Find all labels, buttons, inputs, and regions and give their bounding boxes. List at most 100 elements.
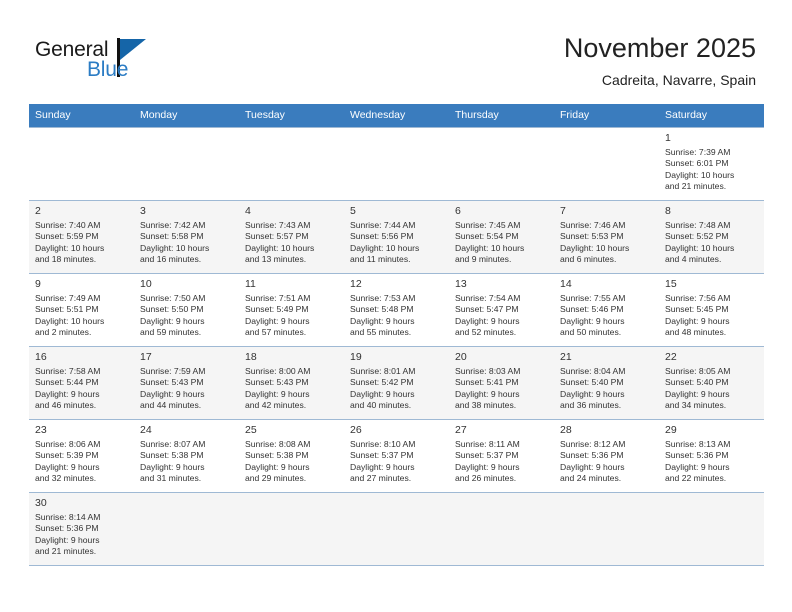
empty-day-placeholder [29, 128, 134, 197]
empty-day-placeholder [239, 128, 344, 197]
day-number: 1 [665, 132, 671, 144]
calendar-day-cell[interactable]: 22 Sunrise: 8:05 AM Sunset: 5:40 PM Dayligh… [659, 346, 764, 420]
day-number: 3 [140, 205, 146, 217]
day-daylight1-text: Daylight: 10 hours [560, 242, 630, 253]
calendar-day-cell[interactable]: 19 Sunrise: 8:01 AM Sunset: 5:42 PM Dayligh… [344, 346, 449, 420]
day-daylight1-text: Daylight: 10 hours [35, 315, 105, 326]
day-sun-info: Sunrise: 8:10 AM Sunset: 5:37 PM Daylight:… [350, 439, 443, 485]
day-cell-content: 2 Sunrise: 7:40 AM Sunset: 5:59 PM Daylight… [29, 201, 134, 270]
day-daylight2-text: and 16 minutes. [140, 254, 202, 265]
calendar-cell-empty [134, 492, 239, 566]
day-sun-info: Sunrise: 8:04 AM Sunset: 5:40 PM Daylight:… [560, 366, 653, 412]
day-sunrise-text: Sunrise: 7:39 AM [665, 147, 731, 157]
day-sunrise-text: Sunrise: 8:12 AM [560, 439, 626, 449]
calendar-week-row: 1 Sunrise: 7:39 AM Sunset: 6:01 PM Daylight… [29, 127, 764, 201]
calendar-day-cell[interactable]: 18 Sunrise: 8:00 AM Sunset: 5:43 PM Dayligh… [239, 346, 344, 420]
day-daylight1-text: Daylight: 9 hours [665, 388, 730, 399]
day-cell-content: 13 Sunrise: 7:54 AM Sunset: 5:47 PM Dayligh… [449, 274, 554, 343]
day-cell-content: 7 Sunrise: 7:46 AM Sunset: 5:53 PM Daylight… [554, 201, 659, 270]
calendar-day-cell[interactable]: 26 Sunrise: 8:10 AM Sunset: 5:37 PM Dayligh… [344, 419, 449, 493]
logo-flag-icon [120, 39, 146, 60]
day-sunrise-text: Sunrise: 7:44 AM [350, 220, 416, 230]
day-daylight2-text: and 27 minutes. [350, 473, 412, 484]
calendar-day-cell[interactable]: 16 Sunrise: 7:58 AM Sunset: 5:44 PM Dayligh… [29, 346, 134, 420]
page-header: General Blue November 2025 Cadreita, Nav… [0, 0, 792, 100]
calendar-day-cell[interactable]: 21 Sunrise: 8:04 AM Sunset: 5:40 PM Dayligh… [554, 346, 659, 420]
calendar-day-cell[interactable]: 5 Sunrise: 7:44 AM Sunset: 5:56 PM Daylight… [344, 200, 449, 274]
calendar-day-cell[interactable]: 4 Sunrise: 7:43 AM Sunset: 5:57 PM Daylight… [239, 200, 344, 274]
calendar-day-cell[interactable]: 14 Sunrise: 7:55 AM Sunset: 5:46 PM Dayligh… [554, 273, 659, 347]
calendar-day-cell[interactable]: 12 Sunrise: 7:53 AM Sunset: 5:48 PM Dayligh… [344, 273, 449, 347]
day-cell-content: 28 Sunrise: 8:12 AM Sunset: 5:36 PM Dayligh… [554, 420, 659, 489]
day-sunset-text: Sunset: 5:57 PM [245, 231, 309, 242]
calendar-day-cell[interactable]: 6 Sunrise: 7:45 AM Sunset: 5:54 PM Daylight… [449, 200, 554, 274]
day-sunrise-text: Sunrise: 7:50 AM [140, 293, 206, 303]
day-sun-info: Sunrise: 7:40 AM Sunset: 5:59 PM Daylight:… [35, 220, 128, 266]
calendar-day-cell[interactable]: 23 Sunrise: 8:06 AM Sunset: 5:39 PM Dayligh… [29, 419, 134, 493]
day-sunrise-text: Sunrise: 7:58 AM [35, 366, 101, 376]
day-daylight1-text: Daylight: 10 hours [665, 169, 735, 180]
day-number: 9 [35, 278, 41, 290]
calendar-day-cell[interactable]: 20 Sunrise: 8:03 AM Sunset: 5:41 PM Dayligh… [449, 346, 554, 420]
day-sun-info: Sunrise: 7:48 AM Sunset: 5:52 PM Daylight:… [665, 220, 758, 266]
empty-day-placeholder [554, 128, 659, 197]
day-daylight2-text: and 42 minutes. [245, 400, 307, 411]
calendar-day-cell[interactable]: 9 Sunrise: 7:49 AM Sunset: 5:51 PM Daylight… [29, 273, 134, 347]
day-sunrise-text: Sunrise: 8:06 AM [35, 439, 101, 449]
calendar-day-cell[interactable]: 24 Sunrise: 8:07 AM Sunset: 5:38 PM Dayligh… [134, 419, 239, 493]
day-daylight1-text: Daylight: 9 hours [665, 461, 730, 472]
day-number: 13 [455, 278, 467, 290]
day-sun-info: Sunrise: 8:13 AM Sunset: 5:36 PM Daylight:… [665, 439, 758, 485]
day-daylight1-text: Daylight: 9 hours [665, 315, 730, 326]
day-number: 18 [245, 351, 257, 363]
day-cell-content: 8 Sunrise: 7:48 AM Sunset: 5:52 PM Daylight… [659, 201, 764, 270]
calendar-day-cell[interactable]: 7 Sunrise: 7:46 AM Sunset: 5:53 PM Daylight… [554, 200, 659, 274]
calendar-day-cell[interactable]: 25 Sunrise: 8:08 AM Sunset: 5:38 PM Dayligh… [239, 419, 344, 493]
day-cell-content: 18 Sunrise: 8:00 AM Sunset: 5:43 PM Dayligh… [239, 347, 344, 416]
general-blue-logo[interactable]: General Blue [35, 38, 195, 88]
calendar-day-cell[interactable]: 13 Sunrise: 7:54 AM Sunset: 5:47 PM Dayligh… [449, 273, 554, 347]
day-number: 7 [560, 205, 566, 217]
calendar-day-cell[interactable]: 8 Sunrise: 7:48 AM Sunset: 5:52 PM Daylight… [659, 200, 764, 274]
calendar-day-cell[interactable]: 3 Sunrise: 7:42 AM Sunset: 5:58 PM Daylight… [134, 200, 239, 274]
empty-day-placeholder [554, 493, 659, 562]
month-calendar: Sunday Monday Tuesday Wednesday Thursday Frid… [29, 104, 764, 566]
calendar-day-cell[interactable]: 29 Sunrise: 8:13 AM Sunset: 5:36 PM Dayligh… [659, 419, 764, 493]
calendar-day-cell[interactable]: 11 Sunrise: 7:51 AM Sunset: 5:49 PM Dayligh… [239, 273, 344, 347]
day-sunrise-text: Sunrise: 8:04 AM [560, 366, 626, 376]
day-daylight2-text: and 48 minutes. [665, 327, 727, 338]
day-cell-content: 22 Sunrise: 8:05 AM Sunset: 5:40 PM Dayligh… [659, 347, 764, 416]
calendar-cell-empty [659, 492, 764, 566]
day-daylight2-text: and 57 minutes. [245, 327, 307, 338]
day-sunrise-text: Sunrise: 8:14 AM [35, 512, 101, 522]
day-daylight2-text: and 21 minutes. [35, 546, 97, 557]
calendar-day-cell[interactable]: 10 Sunrise: 7:50 AM Sunset: 5:50 PM Dayligh… [134, 273, 239, 347]
day-sun-info: Sunrise: 7:59 AM Sunset: 5:43 PM Daylight:… [140, 366, 233, 412]
calendar-cell-empty [344, 492, 449, 566]
day-number: 19 [350, 351, 362, 363]
calendar-day-cell[interactable]: 2 Sunrise: 7:40 AM Sunset: 5:59 PM Daylight… [29, 200, 134, 274]
day-sun-info: Sunrise: 8:11 AM Sunset: 5:37 PM Daylight:… [455, 439, 548, 485]
day-cell-content: 11 Sunrise: 7:51 AM Sunset: 5:49 PM Dayligh… [239, 274, 344, 343]
day-sun-info: Sunrise: 7:50 AM Sunset: 5:50 PM Daylight:… [140, 293, 233, 339]
calendar-day-cell[interactable]: 30 Sunrise: 8:14 AM Sunset: 5:36 PM Dayligh… [29, 492, 134, 566]
calendar-day-cell[interactable]: 1 Sunrise: 7:39 AM Sunset: 6:01 PM Daylight… [659, 127, 764, 201]
day-daylight2-text: and 22 minutes. [665, 473, 727, 484]
day-sun-info: Sunrise: 7:51 AM Sunset: 5:49 PM Daylight:… [245, 293, 338, 339]
page-subtitle: Cadreita, Navarre, Spain [601, 72, 756, 88]
weekday-header-tuesday: Tuesday [239, 104, 344, 128]
day-cell-content: 21 Sunrise: 8:04 AM Sunset: 5:40 PM Dayligh… [554, 347, 659, 416]
empty-day-placeholder [449, 128, 554, 197]
calendar-day-cell[interactable]: 15 Sunrise: 7:56 AM Sunset: 5:45 PM Dayligh… [659, 273, 764, 347]
day-sunrise-text: Sunrise: 7:54 AM [455, 293, 521, 303]
calendar-day-cell[interactable]: 28 Sunrise: 8:12 AM Sunset: 5:36 PM Dayligh… [554, 419, 659, 493]
day-cell-content: 14 Sunrise: 7:55 AM Sunset: 5:46 PM Dayligh… [554, 274, 659, 343]
calendar-day-cell[interactable]: 17 Sunrise: 7:59 AM Sunset: 5:43 PM Dayligh… [134, 346, 239, 420]
day-sunset-text: Sunset: 5:56 PM [350, 231, 414, 242]
calendar-day-cell[interactable]: 27 Sunrise: 8:11 AM Sunset: 5:37 PM Dayligh… [449, 419, 554, 493]
day-sun-info: Sunrise: 8:06 AM Sunset: 5:39 PM Daylight:… [35, 439, 128, 485]
day-number: 23 [35, 424, 47, 436]
day-cell-content: 3 Sunrise: 7:42 AM Sunset: 5:58 PM Daylight… [134, 201, 239, 270]
day-daylight2-text: and 38 minutes. [455, 400, 517, 411]
day-sunset-text: Sunset: 5:40 PM [560, 377, 624, 388]
